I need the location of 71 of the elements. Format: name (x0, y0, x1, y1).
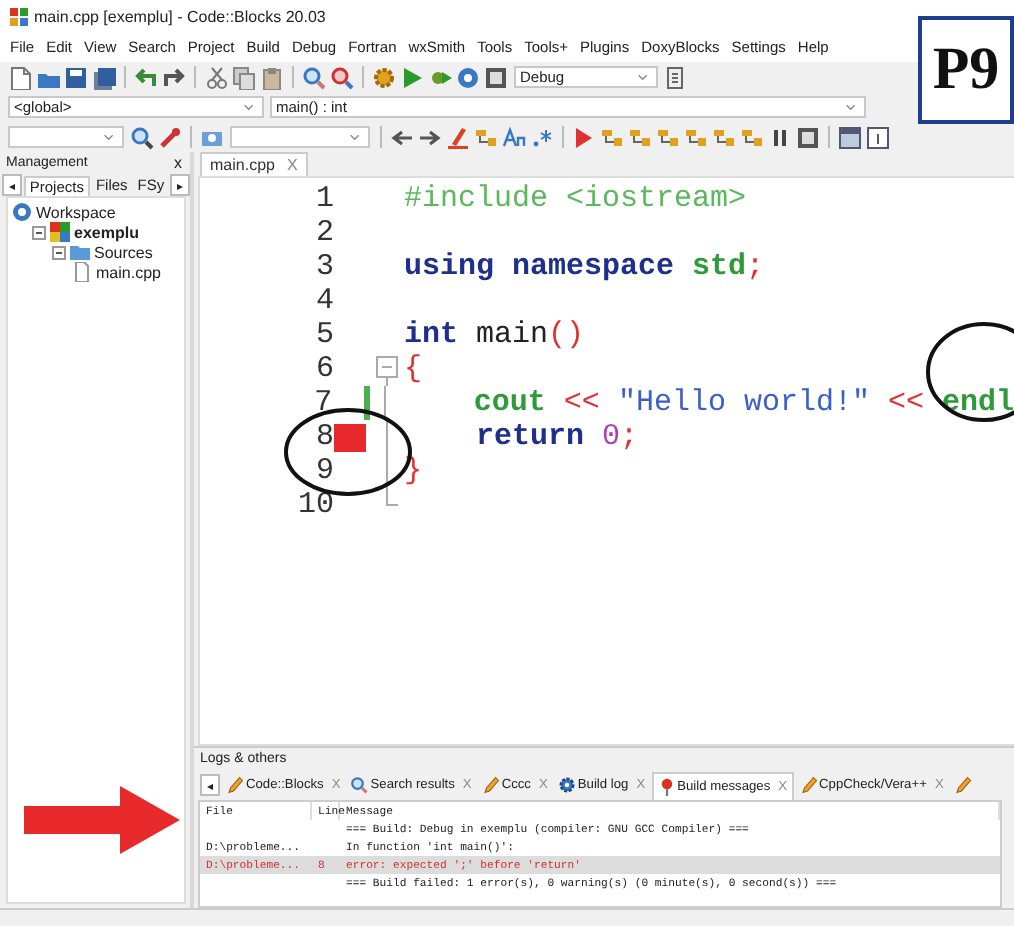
line-number: 10 (295, 488, 334, 522)
gear-icon[interactable] (372, 65, 396, 89)
step-icon[interactable] (712, 125, 736, 149)
tree-item[interactable]: Workspace (36, 203, 116, 221)
wrench-icon[interactable] (158, 125, 182, 149)
replace-icon[interactable] (330, 65, 354, 89)
pause-icon[interactable] (768, 125, 792, 149)
redo-icon[interactable] (162, 65, 186, 89)
pin-icon (657, 777, 676, 795)
code-line: int main() (402, 318, 585, 352)
arrow-left-icon[interactable] (390, 125, 414, 149)
editor-tab[interactable]: main.cpp X (200, 152, 308, 176)
magnifier-icon[interactable] (130, 125, 154, 149)
step-icon[interactable] (600, 125, 624, 149)
window-title: main.cpp [exemplu] - Code::Blocks 20.03 (34, 7, 326, 25)
line-number: 5 (313, 318, 334, 352)
settings-icon (557, 776, 576, 794)
search-icon[interactable] (302, 65, 326, 89)
line-number: 7 (312, 386, 333, 420)
search-icon (350, 776, 369, 794)
stop-icon[interactable] (484, 65, 508, 89)
fold-toggle-icon[interactable] (372, 352, 400, 386)
step-icon[interactable] (474, 125, 498, 149)
tree-item[interactable]: main.cpp (96, 263, 161, 281)
line-number: 1 (313, 182, 334, 216)
step-icon[interactable] (628, 125, 652, 149)
arrow-right-icon[interactable] (418, 125, 442, 149)
pencil-icon (953, 776, 972, 794)
step-icon[interactable] (684, 125, 708, 149)
step-icon[interactable] (656, 125, 680, 149)
cut-icon[interactable] (204, 65, 228, 89)
collapse-icon[interactable] (32, 225, 46, 239)
paste-icon[interactable] (260, 65, 284, 89)
close-button[interactable]: x (174, 153, 182, 171)
save-icon[interactable] (64, 65, 88, 89)
document-icon[interactable] (664, 65, 688, 89)
code-line: cout << "Hello world!" << endl (471, 386, 1014, 420)
window-icon[interactable] (838, 125, 862, 149)
code-line: { (402, 352, 423, 386)
pencil-icon (799, 776, 818, 794)
undo-icon[interactable] (134, 65, 158, 89)
line-number: 3 (313, 250, 334, 284)
line-number: 8 (313, 420, 334, 454)
line-number: 2 (313, 216, 334, 250)
app-logo-icon (10, 7, 28, 25)
pencil-icon (226, 776, 244, 794)
tree-item[interactable]: exemplu (74, 223, 139, 241)
save-all-icon[interactable] (92, 65, 116, 89)
regex-icon[interactable] (530, 125, 554, 149)
collapse-icon[interactable] (52, 245, 66, 259)
line-number: 9 (313, 454, 334, 488)
workspace-icon (12, 202, 32, 222)
code-line: return 0; (474, 420, 639, 454)
code-line: using namespace std; (402, 250, 765, 284)
info-icon[interactable] (866, 125, 890, 149)
highlighter-icon[interactable] (446, 125, 470, 149)
pencil-icon (481, 776, 500, 794)
stop-icon[interactable] (796, 125, 820, 149)
tree-item[interactable]: Sources (94, 243, 153, 261)
copy-icon[interactable] (232, 65, 256, 89)
step-icon[interactable] (740, 125, 764, 149)
new-file-icon[interactable] (8, 65, 32, 89)
folder-icon (70, 242, 90, 262)
file-icon (72, 262, 92, 282)
line-number: 4 (313, 284, 334, 318)
project-icon (50, 222, 70, 242)
code-line: #include <iostream> (402, 182, 747, 216)
line-number: 6 (313, 352, 334, 386)
label-badge: P9 (918, 16, 1014, 124)
text-icon[interactable] (502, 125, 526, 149)
tab-close-button[interactable]: X (286, 156, 298, 174)
